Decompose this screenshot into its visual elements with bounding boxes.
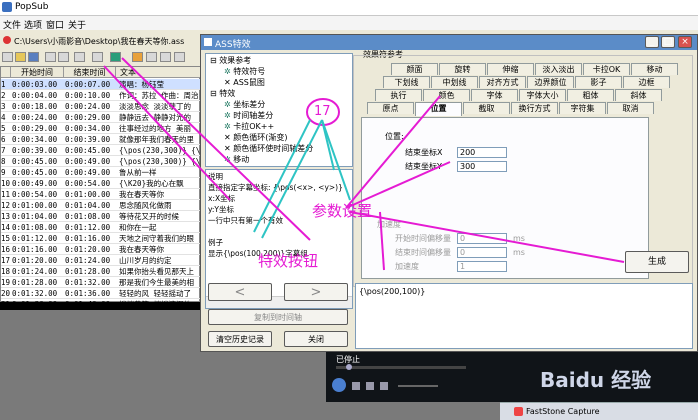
cyan-line-3 — [253, 119, 311, 233]
cyan-line-2 — [321, 119, 351, 201]
param-annotation: 参数设置 — [312, 202, 373, 220]
arrow-to-output — [379, 211, 385, 271]
arrow-to-effect-icon-2 — [103, 65, 231, 201]
arrow-to-generate — [349, 211, 625, 263]
arrow-to-tabs — [345, 95, 441, 209]
arrow-to-effect-icon-1 — [121, 57, 311, 241]
effect-button-annotation: 特效按钮 — [258, 252, 319, 270]
circle-number: 17 — [314, 104, 331, 119]
cyan-line-4 — [321, 119, 335, 171]
baidu-watermark: Baidu 经验 — [540, 368, 652, 392]
